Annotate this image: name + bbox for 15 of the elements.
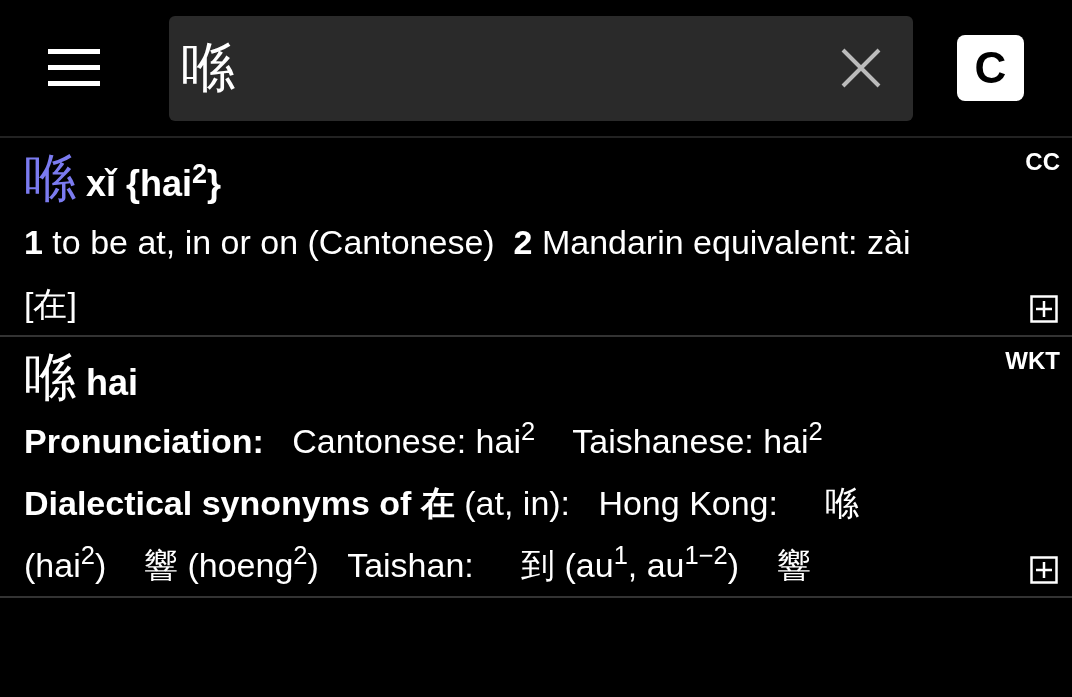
reading: hai xyxy=(86,361,138,405)
source-label: WKT xyxy=(1005,346,1060,376)
expand-icon[interactable] xyxy=(1030,556,1058,584)
clear-icon[interactable] xyxy=(841,47,881,88)
expand-icon[interactable] xyxy=(1030,295,1058,323)
headword: 喺 xyxy=(24,347,76,408)
definition-text: Pronunciation: Cantonese: hai$^{2}$ Taishanese: hai$^{2}$ xyxy=(24,416,824,462)
reading: xǐ {hai$^{2}$} xyxy=(86,157,222,206)
definition-text: Dialectical synonyms of 在 (at, in): Hong Kong: 喺 (hai$^{2}$) 響 (hoeng$^{2}$) Taishan: 到 (au$^{1}$, au$^{1−2}$) 響 xyxy=(24,483,861,586)
headword: 喺 xyxy=(24,148,76,209)
definition-text: 1 to be at, in or on (Cantonese) 2 Mandarin equivalent: zài [在] xyxy=(24,222,912,325)
source-label: CC xyxy=(1025,147,1060,177)
mode-button[interactable]: C xyxy=(957,35,1024,101)
search-field[interactable]: 喺 xyxy=(169,15,913,121)
menu-icon[interactable] xyxy=(48,49,100,87)
